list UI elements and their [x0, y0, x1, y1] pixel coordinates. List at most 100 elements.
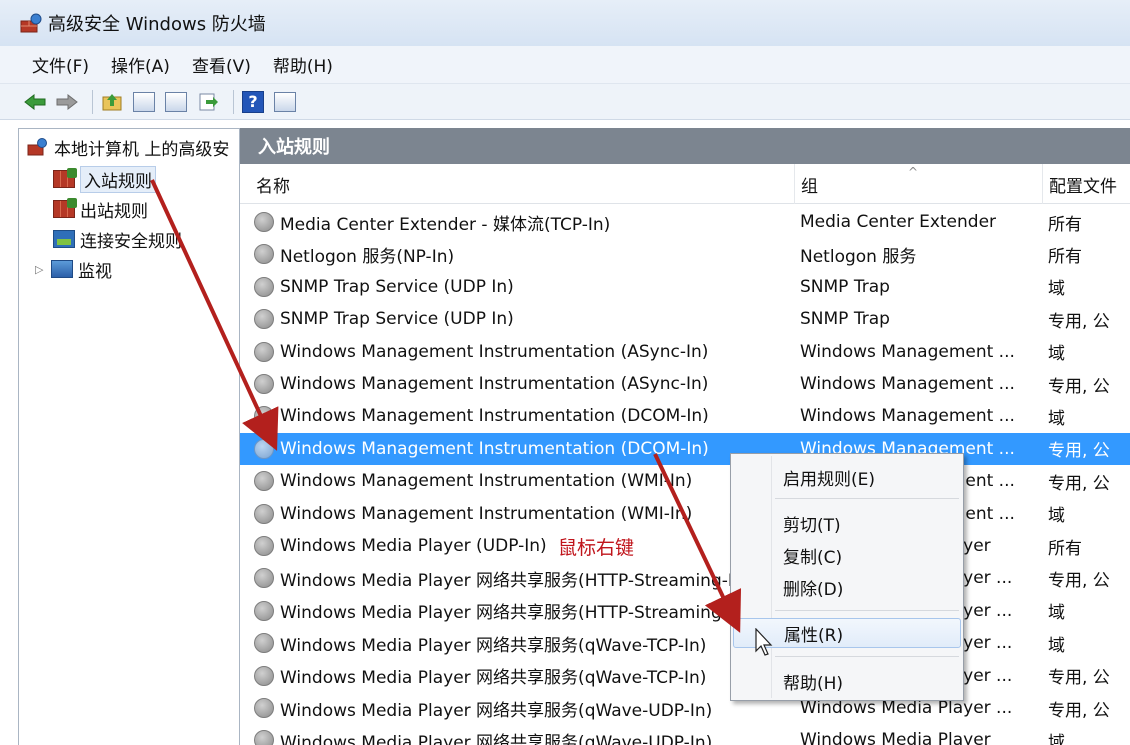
- rule-profile: 所有: [1048, 214, 1082, 235]
- column-profile-label: 配置文件: [1049, 176, 1117, 197]
- table-row[interactable]: Windows Management Instrumentation (WMI-…: [240, 465, 1130, 497]
- rule-name-cell: SNMP Trap Service (UDP In): [254, 271, 794, 303]
- rule-disabled-icon: [254, 276, 274, 297]
- rule-group: SNMP Trap: [800, 309, 890, 330]
- menu-view[interactable]: 查看(V): [192, 52, 251, 77]
- rule-name: Windows Media Player 网络共享服务(HTTP-Streami…: [280, 603, 751, 624]
- pane-header: 入站规则: [240, 128, 1130, 164]
- rule-disabled-icon: [254, 438, 274, 459]
- mouse-cursor-icon: [755, 627, 775, 662]
- table-row[interactable]: Media Center Extender - 媒体流(TCP-In) Media…: [240, 206, 1130, 238]
- menu-action[interactable]: 操作(A): [111, 52, 170, 77]
- rule-name: SNMP Trap Service (UDP In): [280, 276, 514, 297]
- column-name[interactable]: 名称: [240, 164, 794, 204]
- table-row[interactable]: Windows Management Instrumentation (WMI-…: [240, 498, 1130, 530]
- annotation-right-click: 鼠标右键: [558, 537, 635, 559]
- rule-profile: 专用, 公: [1048, 473, 1110, 494]
- menu-item-enable-rule[interactable]: 启用规则(E): [733, 462, 961, 492]
- menu-help[interactable]: 帮助(H): [273, 52, 333, 77]
- expand-triangle-icon[interactable]: ▷: [35, 263, 49, 276]
- action-pane-icon[interactable]: [272, 90, 298, 114]
- rule-profile: 专用, 公: [1048, 668, 1110, 689]
- tree-root[interactable]: 本地计算机 上的高级安: [27, 133, 229, 161]
- rule-name-cell: Windows Media Player 网络共享服务(qWave-TCP-In…: [254, 660, 794, 692]
- table-row[interactable]: Windows Media Player 网络共享服务(qWave-TCP-In…: [240, 660, 1130, 692]
- tree-item-inbound-rules[interactable]: 入站规则: [53, 165, 156, 193]
- up-folder-icon[interactable]: [99, 90, 125, 114]
- table-row[interactable]: Windows Management Instrumentation (ASyn…: [240, 368, 1130, 400]
- list-view-icon[interactable]: [163, 90, 189, 114]
- firewall-rule-icon: [53, 198, 77, 218]
- firewall-app-icon: [20, 13, 42, 33]
- column-profile[interactable]: 配置文件: [1042, 164, 1130, 204]
- rule-group: Windows Media Player: [800, 730, 991, 745]
- rules-pane: 入站规则 名称 组 ^ 配置文件 Media Center Extender -…: [240, 128, 1130, 745]
- rule-profile: 专用, 公: [1048, 700, 1110, 721]
- table-row[interactable]: Windows Media Player 网络共享服务(HTTP-Streami…: [240, 562, 1130, 594]
- forward-arrow-icon[interactable]: [54, 90, 80, 114]
- rule-name-cell: Windows Media Player 网络共享服务(HTTP-Streami…: [254, 562, 794, 594]
- tree-item-label: 监视: [78, 261, 112, 282]
- rule-profile: 域: [1048, 408, 1065, 429]
- rule-name: Media Center Extender - 媒体流(TCP-In): [280, 214, 611, 235]
- table-row[interactable]: Windows Media Player (UDP-In)Windows Med…: [240, 530, 1130, 562]
- rule-name: Windows Media Player 网络共享服务(qWave-TCP-In…: [280, 635, 707, 656]
- rule-profile: 所有: [1048, 246, 1082, 267]
- rule-group: Windows Management ...: [800, 406, 1015, 427]
- export-list-icon[interactable]: [195, 90, 221, 114]
- help-icon[interactable]: ?: [240, 90, 266, 114]
- table-row[interactable]: Netlogon 服务(NP-In) Netlogon 服务 所有: [240, 238, 1130, 270]
- rule-name: Windows Media Player 网络共享服务(qWave-UDP-In…: [280, 700, 713, 721]
- window-title: 高级安全 Windows 防火墙: [48, 14, 266, 35]
- rule-name-cell: Netlogon 服务(NP-In): [254, 238, 794, 270]
- rule-name: Windows Media Player 网络共享服务(qWave-UDP-In…: [280, 732, 713, 745]
- toolbar-separator: [92, 89, 93, 114]
- rule-profile: 专用, 公: [1048, 311, 1110, 332]
- menu-item-delete[interactable]: 删除(D): [733, 572, 961, 602]
- rule-profile: 专用, 公: [1048, 376, 1110, 397]
- menu-item-help[interactable]: 帮助(H): [733, 666, 961, 696]
- menu-separator: [775, 656, 959, 657]
- menu-item-copy[interactable]: 复制(C): [733, 540, 961, 570]
- menu-item-cut[interactable]: 剪切(T): [733, 508, 961, 538]
- title-bar: 高级安全 Windows 防火墙: [0, 0, 1130, 46]
- tree-item-label: 连接安全规则: [80, 231, 182, 252]
- rule-name: Windows Media Player 网络共享服务(qWave-TCP-In…: [280, 668, 707, 689]
- rule-name: Windows Management Instrumentation (ASyn…: [280, 341, 709, 362]
- table-row[interactable]: Windows Media Player 网络共享服务(qWave-UDP-In…: [240, 724, 1130, 745]
- table-row[interactable]: Windows Media Player 网络共享服务(qWave-UDP-In…: [240, 692, 1130, 724]
- tree-item-monitoring[interactable]: ▷ 监视: [35, 255, 112, 283]
- rule-disabled-icon: [254, 374, 274, 394]
- table-row[interactable]: SNMP Trap Service (UDP In) SNMP Trap 域: [240, 271, 1130, 303]
- sort-ascending-icon: ^: [908, 165, 919, 179]
- rule-name-cell: Windows Management Instrumentation (ASyn…: [254, 368, 794, 400]
- table-row[interactable]: Windows Management Instrumentation (ASyn…: [240, 336, 1130, 368]
- rule-name-cell: Windows Media Player 网络共享服务(qWave-UDP-In…: [254, 692, 794, 724]
- rule-disabled-icon: [254, 406, 274, 427]
- rule-disabled-icon: [254, 244, 274, 265]
- rule-disabled-icon: [254, 309, 274, 330]
- rule-group: Windows Management ...: [800, 374, 1015, 394]
- rule-disabled-icon: [254, 633, 274, 654]
- back-arrow-icon[interactable]: [22, 90, 48, 114]
- rule-name: Netlogon 服务(NP-In): [280, 246, 455, 267]
- rule-name-cell: Windows Management Instrumentation (WMI-…: [254, 498, 794, 530]
- rule-name-cell: Windows Management Instrumentation (ASyn…: [254, 336, 794, 368]
- table-row[interactable]: Windows Management Instrumentation (DCOM…: [240, 432, 1130, 465]
- menu-file[interactable]: 文件(F): [32, 52, 89, 77]
- table-row[interactable]: Windows Media Player 网络共享服务(HTTP-Streami…: [240, 595, 1130, 627]
- show-hide-tree-icon[interactable]: [131, 90, 157, 114]
- table-row[interactable]: Windows Media Player 网络共享服务(qWave-TCP-In…: [240, 627, 1130, 659]
- rule-disabled-icon: [254, 536, 274, 556]
- context-menu: 启用规则(E) 剪切(T) 复制(C) 删除(D) 属性(R) 帮助(H): [730, 453, 964, 701]
- rule-disabled-icon: [254, 503, 274, 524]
- tree-item-connection-security-rules[interactable]: 连接安全规则: [53, 225, 182, 253]
- table-row[interactable]: SNMP Trap Service (UDP In) SNMP Trap 专用, 公: [240, 303, 1130, 335]
- tree-item-label: 出站规则: [80, 201, 148, 222]
- rule-group: SNMP Trap: [800, 276, 890, 297]
- rule-name-cell: Windows Media Player 网络共享服务(qWave-TCP-In…: [254, 627, 794, 659]
- table-row[interactable]: Windows Management Instrumentation (DCOM…: [240, 400, 1130, 432]
- tree-item-outbound-rules[interactable]: 出站规则: [53, 195, 148, 223]
- column-header-row: 名称 组 ^ 配置文件: [240, 164, 1130, 204]
- monitor-icon: [51, 260, 73, 278]
